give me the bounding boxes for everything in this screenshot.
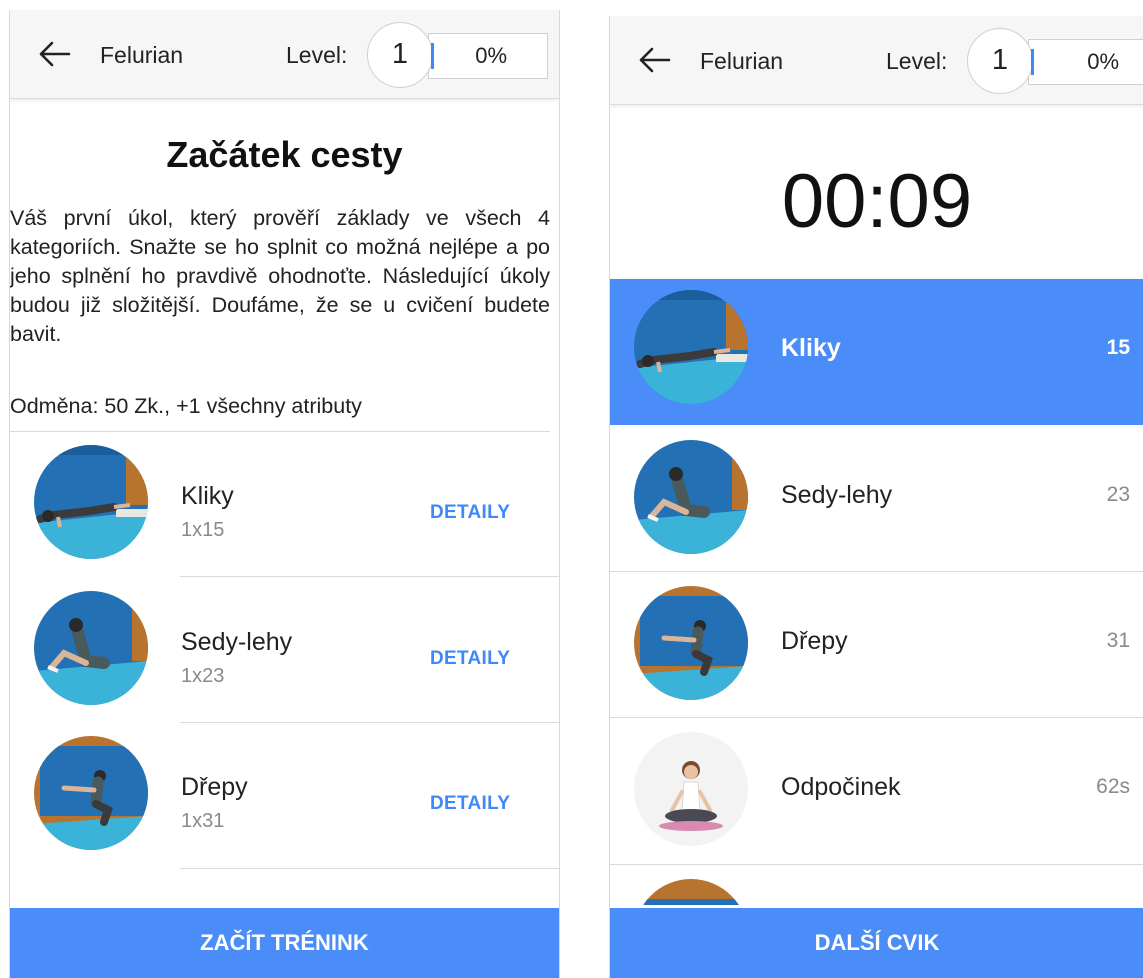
queue-item-count: 31 [1106, 629, 1130, 652]
queue-item-name: Sedy-lehy [781, 481, 893, 509]
exercise-item-drepy: Dřepy 1x31 DETAILY [10, 724, 559, 870]
queue-item-kliky: Kliky 15 [610, 279, 1143, 425]
pushup-photo-icon [34, 445, 148, 559]
squat-photo-icon [634, 586, 748, 700]
quest-description: Váš první úkol, který prověří základy ve… [10, 206, 550, 346]
level-label: Level: [286, 42, 348, 68]
quest-detail-screen: Felurian Level: 0% 1 Začátek cesty Váš p… [9, 10, 560, 978]
exercise-sets: 1x23 [181, 665, 225, 687]
queue-item-count: 62s [1096, 775, 1130, 798]
next-exercise-button[interactable]: DALŠÍ CVIK [610, 908, 1143, 978]
start-training-button[interactable]: ZAČÍT TRÉNINK [10, 908, 559, 978]
level-progress-bar: 0% [1028, 39, 1143, 85]
squat-photo-icon [34, 736, 148, 850]
rest-yoga-photo-icon [634, 732, 748, 846]
workout-timer: 00:09 [781, 159, 973, 244]
queue-item-name: Odpočinek [781, 773, 901, 801]
detail-button[interactable]: DETAILY [430, 793, 510, 815]
username: Felurian [100, 42, 184, 68]
detail-button[interactable]: DETAILY [430, 648, 510, 670]
detail-button[interactable]: DETAILY [430, 502, 510, 524]
exercise-name: Dřepy [181, 773, 248, 801]
exercise-name: Sedy-lehy [181, 628, 293, 656]
divider [180, 576, 559, 577]
exercise-name: Kliky [181, 482, 234, 510]
queue-item-partial [610, 865, 1143, 905]
app-bar: Felurian Level: 0% 1 [10, 10, 559, 99]
next-exercise-photo-icon [634, 879, 748, 905]
situp-photo-icon [34, 591, 148, 705]
queue-item-odpocinek: Odpočinek 62s [610, 718, 1143, 864]
exercise-item-sedy-lehy: Sedy-lehy 1x23 DETAILY [10, 579, 559, 725]
level-progress-percent: 0% [475, 43, 507, 68]
level-progress-bar: 0% [428, 33, 548, 79]
back-arrow-icon[interactable] [636, 46, 672, 74]
divider [180, 722, 559, 723]
workout-screen: Felurian Level: 0% 1 00:09 Kliky 15 Sedy… [609, 16, 1143, 978]
exercise-sets: 1x15 [181, 519, 225, 541]
situp-photo-icon [634, 440, 748, 554]
queue-item-count: 23 [1106, 483, 1130, 506]
pushup-photo-icon [634, 290, 748, 404]
queue-item-sedy-lehy: Sedy-lehy 23 [610, 426, 1143, 572]
level-badge: 1 [967, 28, 1034, 94]
divider [180, 868, 559, 869]
quest-title: Začátek cesty [166, 134, 403, 175]
queue-item-name: Dřepy [781, 627, 848, 655]
level-progress-percent: 0% [1087, 49, 1119, 74]
queue-item-count: 15 [1106, 336, 1130, 359]
level-label: Level: [886, 48, 948, 74]
queue-item-drepy: Dřepy 31 [610, 572, 1143, 718]
queue-item-name: Kliky [781, 334, 841, 362]
back-arrow-icon[interactable] [36, 40, 72, 68]
exercise-sets: 1x31 [181, 810, 225, 832]
username: Felurian [700, 48, 784, 74]
exercise-item-kliky: Kliky 1x15 DETAILY [10, 433, 559, 579]
quest-reward: Odměna: 50 Zk., +1 všechny atributy [10, 394, 362, 418]
app-bar: Felurian Level: 0% 1 [610, 16, 1143, 105]
level-badge: 1 [367, 22, 434, 88]
divider [10, 431, 550, 432]
